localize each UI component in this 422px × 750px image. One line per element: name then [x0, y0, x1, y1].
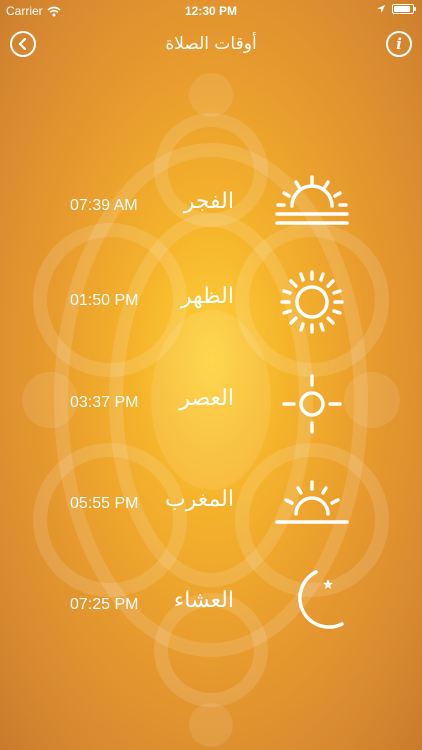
sunset-icon — [275, 480, 349, 524]
prayer-name: العشاء — [173, 588, 234, 613]
prayer-time: 03:37 PM — [70, 394, 139, 411]
small-sun-icon — [282, 374, 342, 434]
sunrise-icon — [275, 175, 349, 225]
prayer-row-maghrib: 05:55 PM المغرب — [0, 465, 422, 545]
prayer-time: 01:50 PM — [70, 292, 139, 309]
prayer-list: 07:39 AM الفجر 01:50 PM الظهر 03:37 PM ا… — [0, 0, 422, 750]
prayer-time: 07:25 PM — [70, 596, 139, 613]
prayer-name: الظهر — [180, 284, 234, 309]
prayer-row-fajr: 07:39 AM الفجر — [0, 167, 422, 247]
prayer-name: المغرب — [165, 487, 234, 512]
prayer-name: العصر — [179, 386, 234, 411]
prayer-row-dhuhr: 01:50 PM الظهر — [0, 262, 422, 342]
prayer-time: 07:39 AM — [70, 197, 138, 214]
prayer-row-asr: 03:37 PM العصر — [0, 364, 422, 444]
prayer-name: الفجر — [183, 189, 234, 214]
sun-icon — [280, 270, 344, 334]
moon-star-icon — [298, 570, 344, 629]
prayer-row-isha: 07:25 PM العشاء — [0, 566, 422, 646]
prayer-time: 05:55 PM — [70, 495, 139, 512]
